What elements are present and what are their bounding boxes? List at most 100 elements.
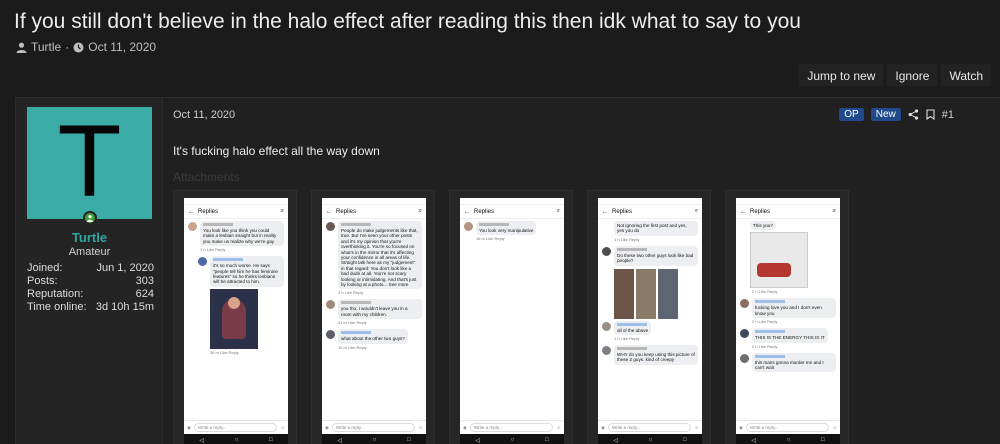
watch-button[interactable]: Watch [940, 63, 992, 87]
avatar [602, 346, 611, 356]
search-icon: ⌕ [418, 208, 422, 214]
status-bar [460, 198, 564, 205]
avatar [198, 257, 207, 267]
status-bar [736, 198, 840, 205]
attachment-thumbnail-5[interactable]: ← Replies ⌕ This you? 2 h Like Reply fucki… [725, 190, 849, 444]
online-status-icon [83, 211, 97, 225]
screenshot-1: ← Replies ⌕ You look like you think you co… [184, 198, 288, 444]
status-bar [598, 198, 702, 205]
stat-posts: Posts: 303 [27, 275, 154, 287]
post-tools: OP New #1 [839, 108, 954, 121]
camera-icon: ◉ [463, 424, 467, 430]
emoji-icon: ☺ [418, 425, 423, 430]
attachment-thumbnail-1[interactable]: ← Replies ⌕ You look like you think you co… [173, 190, 297, 444]
avatar [602, 246, 611, 256]
android-nav-bar: ◁ ○ □ [184, 434, 288, 444]
attachments-label: Attachments [173, 170, 240, 184]
avatar-letter: T [60, 107, 119, 219]
avatar[interactable]: T [27, 107, 152, 219]
photo [750, 232, 808, 289]
search-icon: ⌕ [832, 208, 836, 214]
op-badge: OP [839, 108, 864, 121]
screenshot-5: ← Replies ⌕ This you? 2 h Like Reply fucki… [736, 198, 840, 444]
post-body: It's fucking halo effect all the way dow… [173, 144, 380, 158]
replies-header: ← Replies ⌕ [736, 205, 840, 219]
ignore-button[interactable]: Ignore [886, 63, 939, 87]
camera-icon: ◉ [325, 424, 329, 430]
avatar [740, 329, 749, 339]
comment: This you? [736, 219, 840, 231]
user-sidebar: T Turtle Amateur Joined: Jun 1, 2020 Post… [16, 98, 163, 444]
post: T Turtle Amateur Joined: Jun 1, 2020 Post… [15, 97, 1000, 444]
replies-header: ← Replies ⌕ [598, 205, 702, 219]
screenshot-4: ← Replies ⌕ Not ignoring the first post an… [598, 198, 702, 444]
avatar [464, 222, 473, 231]
meta-separator: · [65, 40, 70, 54]
emoji-icon: ☺ [694, 425, 699, 430]
search-icon: ⌕ [556, 208, 560, 214]
comment: Not ignoring the first post and yes, yes… [598, 219, 702, 236]
comment: this mans gonna murder me and I can't wa… [736, 351, 840, 373]
search-icon: ⌕ [280, 208, 284, 214]
stat-joined: Joined: Jun 1, 2020 [27, 262, 154, 274]
photo [614, 268, 678, 319]
android-nav-bar: ◁ ○ □ [322, 434, 426, 444]
comment: what about the other two guys? [322, 327, 426, 344]
avatar [326, 222, 335, 231]
avatar [740, 299, 749, 309]
android-nav-bar: ◁ ○ □ [598, 434, 702, 444]
user-stats: Joined: Jun 1, 2020 Posts: 303 Reputation:… [27, 262, 154, 314]
bookmark-icon[interactable] [926, 109, 935, 120]
reply-bar: ◉ Write a reply... ☺ [736, 420, 840, 434]
thread-author-link[interactable]: Turtle [31, 40, 61, 54]
stat-time-online: Time online: 3d 10h 15m [27, 301, 154, 313]
jump-to-new-button[interactable]: Jump to new [798, 63, 885, 87]
replies-header: ← Replies ⌕ [184, 205, 288, 219]
comment: You look like you think you could make a… [184, 219, 288, 247]
comment: all of the above [598, 319, 702, 336]
comment: Do these two other guys look like bad pe… [598, 244, 702, 266]
thread-actions: Jump to new Ignore Watch [798, 63, 992, 87]
status-bar [184, 198, 288, 205]
search-icon: ⌕ [694, 208, 698, 214]
attachment-thumbnail-3[interactable]: ← Replies ⌕ You look very manipulative 16 … [449, 190, 573, 444]
username[interactable]: Turtle [16, 230, 163, 245]
comment: you tho, I wouldn't leave you in a room … [322, 297, 426, 320]
share-icon[interactable] [908, 109, 919, 120]
emoji-icon: ☺ [556, 425, 561, 430]
screenshot-3: ← Replies ⌕ You look very manipulative 16 … [460, 198, 564, 444]
emoji-icon: ☺ [280, 425, 285, 430]
user-title: Amateur [68, 246, 111, 258]
clock-icon [73, 42, 84, 52]
reply-bar: ◉ Write a reply... ☺ [184, 420, 288, 434]
comment: You look very manipulative [460, 219, 564, 236]
comment: THIS IS THE ENERGY THIS IS IT [736, 326, 840, 343]
new-badge: New [870, 108, 901, 121]
emoji-icon: ☺ [832, 425, 837, 430]
post-number[interactable]: #1 [942, 109, 954, 121]
screenshot-2: ← Replies ⌕ People do make judgements like… [322, 198, 426, 444]
comment: fucking love you and I don't even know y… [736, 296, 840, 319]
photo [210, 288, 258, 349]
avatar [326, 330, 335, 340]
thread-meta: Turtle · Oct 11, 2020 [16, 40, 156, 54]
status-bar [322, 198, 426, 205]
android-nav-bar: ◁ ○ □ [736, 434, 840, 444]
reply-bar: ◉ Write a reply... ☺ [598, 420, 702, 434]
comment: it's so much worse. He says "people tell… [184, 254, 288, 287]
avatar [602, 321, 611, 331]
reply-bar: ◉ Write a reply... ☺ [460, 420, 564, 434]
comment: WHY do you keep using this picture of th… [598, 343, 702, 365]
attachment-thumbnail-2[interactable]: ← Replies ⌕ People do make judgements like… [311, 190, 435, 444]
post-date[interactable]: Oct 11, 2020 [173, 109, 235, 121]
thread-date[interactable]: Oct 11, 2020 [88, 40, 156, 54]
camera-icon: ◉ [739, 424, 743, 430]
reply-bar: ◉ Write a reply... ☺ [322, 420, 426, 434]
thread-title: If you still don't believe in the halo e… [14, 10, 801, 33]
android-nav-bar: ◁ ○ □ [460, 434, 564, 444]
attachment-thumbnail-4[interactable]: ← Replies ⌕ Not ignoring the first post an… [587, 190, 711, 444]
user-icon [16, 42, 27, 53]
comment: People do make judgements like that, tru… [322, 219, 426, 290]
avatar [740, 353, 749, 363]
replies-header: ← Replies ⌕ [322, 205, 426, 219]
